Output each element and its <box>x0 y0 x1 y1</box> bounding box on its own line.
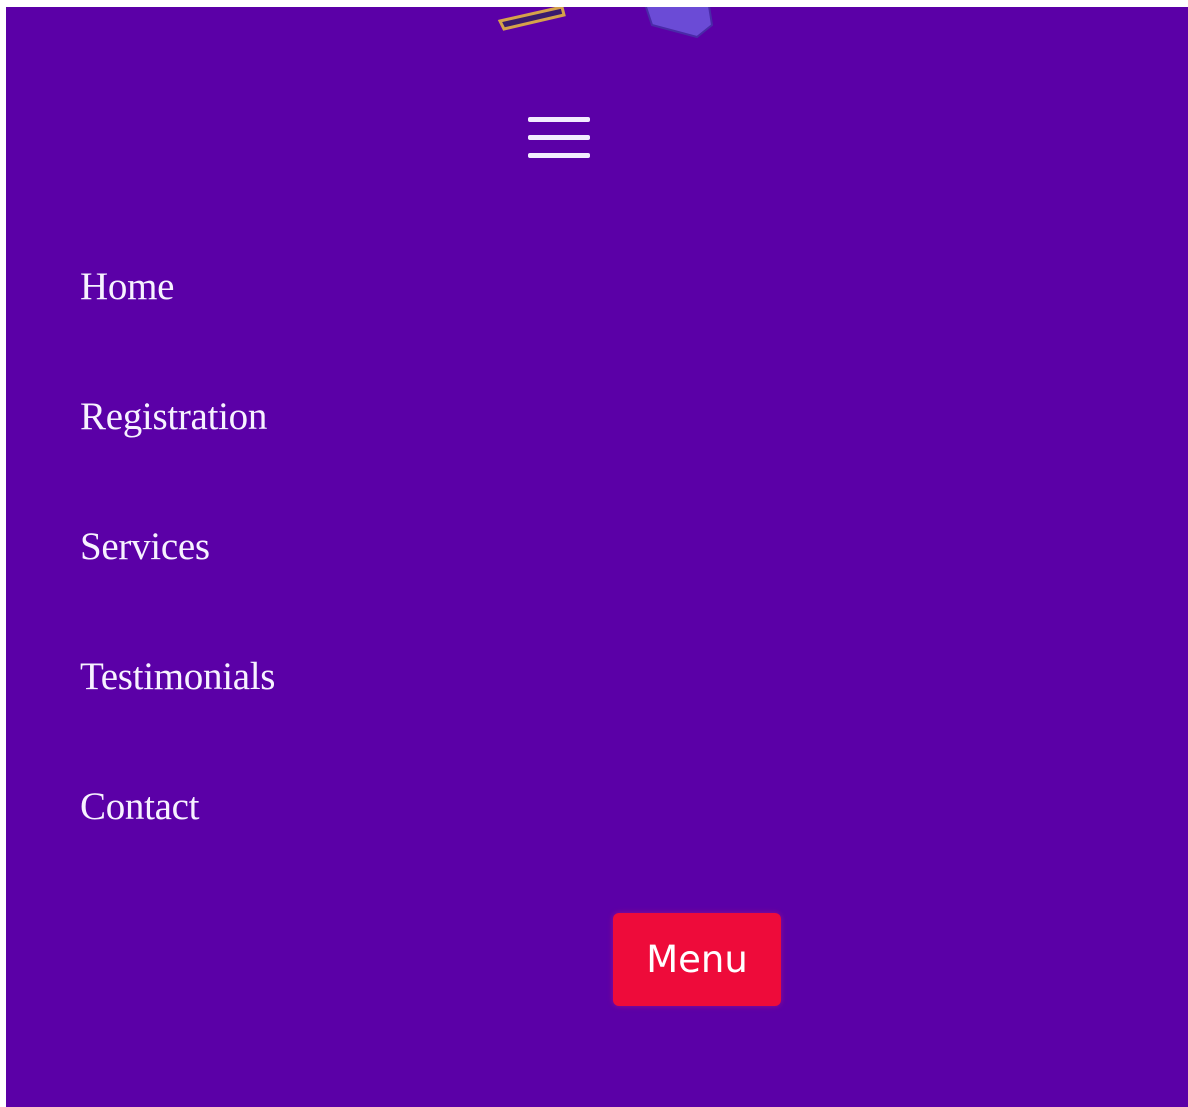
nav-link-testimonials[interactable]: Testimonials <box>80 652 275 702</box>
logo-icon <box>497 7 714 39</box>
hamburger-bar-middle <box>528 135 590 140</box>
app-screen: Home Registration Services Testimonials … <box>6 7 1188 1107</box>
hamburger-menu-button[interactable] <box>528 115 592 163</box>
nav-link-registration[interactable]: Registration <box>80 392 267 442</box>
nav-item-testimonials: Testimonials <box>80 652 275 782</box>
main-navigation: Home Registration Services Testimonials … <box>80 262 275 912</box>
nav-item-registration: Registration <box>80 392 275 522</box>
hamburger-bar-top <box>528 117 590 122</box>
nav-link-services[interactable]: Services <box>80 522 210 572</box>
nav-item-home: Home <box>80 262 275 392</box>
nav-link-contact[interactable]: Contact <box>80 782 200 832</box>
nav-item-services: Services <box>80 522 275 652</box>
nav-item-contact: Contact <box>80 782 275 912</box>
hamburger-bar-bottom <box>528 153 590 158</box>
nav-link-home[interactable]: Home <box>80 262 174 312</box>
menu-button[interactable]: Menu <box>613 913 781 1006</box>
